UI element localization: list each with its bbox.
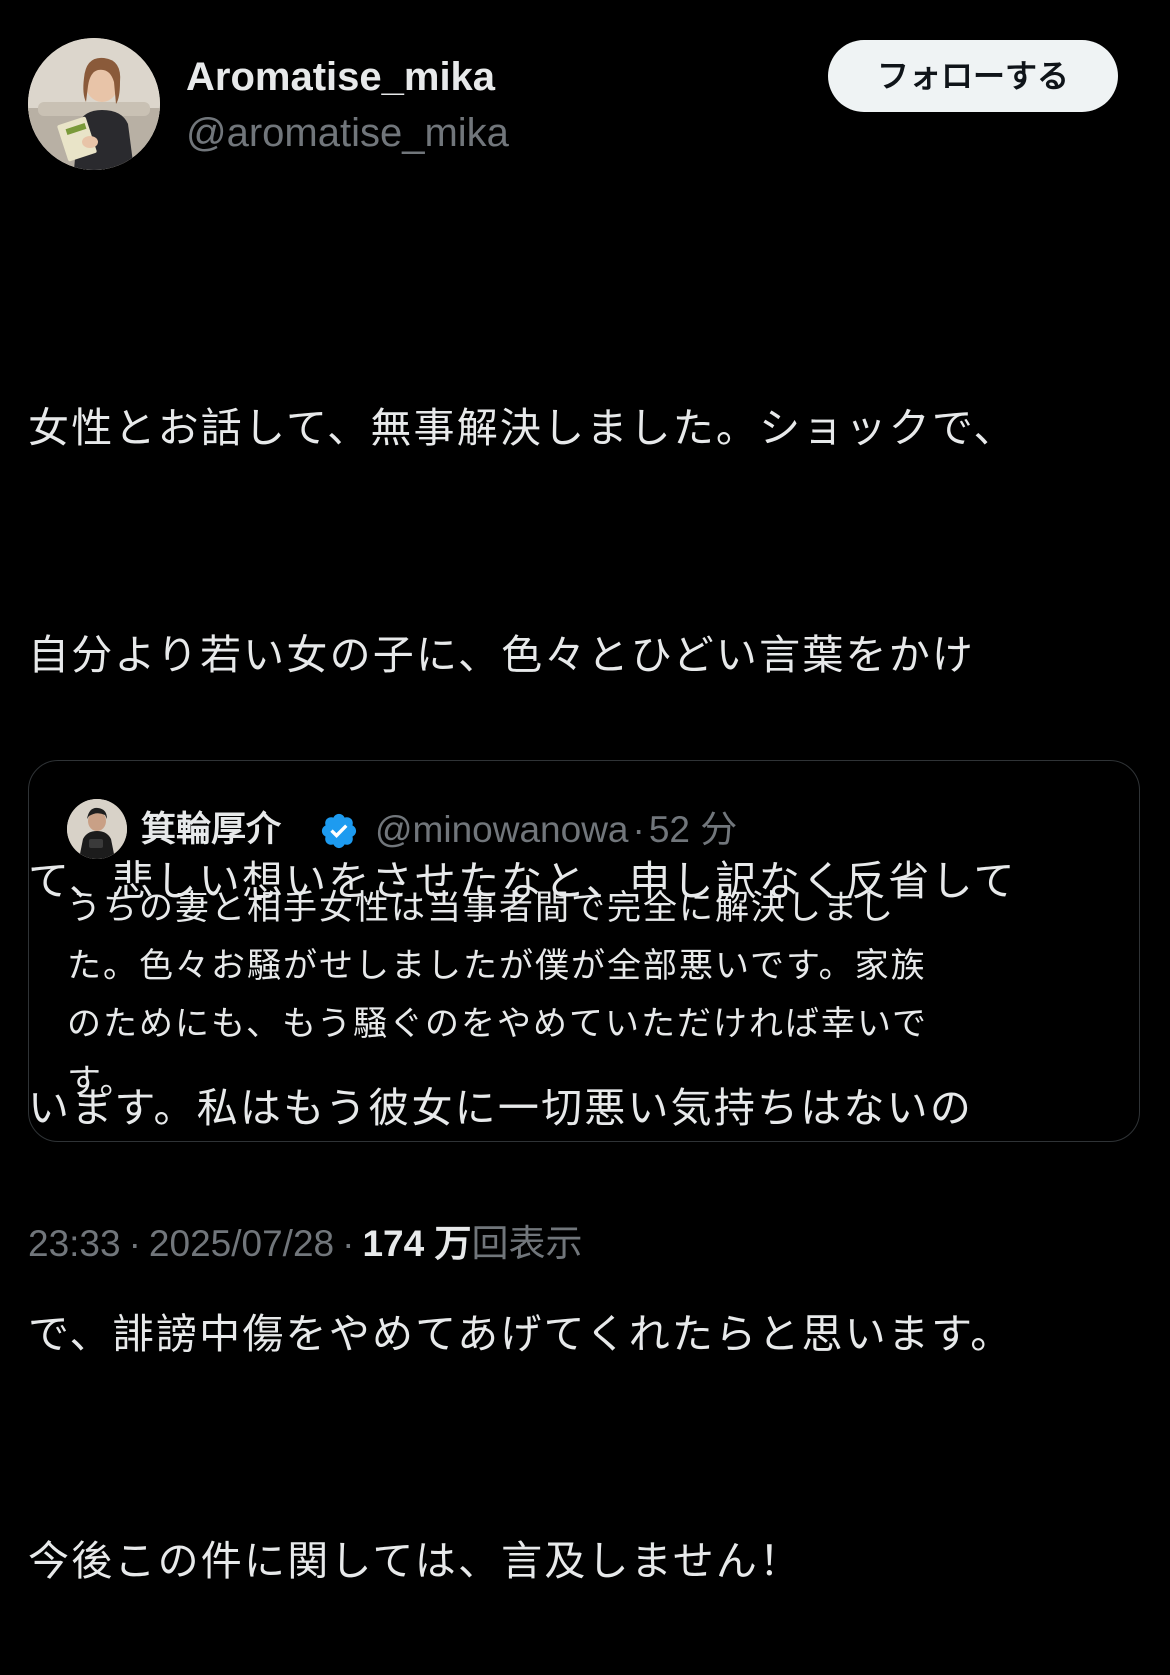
views-label: 回表示 bbox=[471, 1223, 583, 1264]
author-avatar[interactable] bbox=[28, 38, 160, 170]
follow-button[interactable]: フォローする bbox=[828, 40, 1118, 112]
tweet-text-line: 自分より若い女の子に、色々とひどい言葉をかけ bbox=[28, 630, 976, 679]
quote-text-line: す。 bbox=[67, 1062, 136, 1102]
quote-author-name[interactable]: 箕輪厚介 bbox=[141, 805, 281, 855]
quoted-tweet-card[interactable]: 箕輪厚介 @minowanowa · 52 分 うちの妻と相手女性は当事者間で完全に… bbox=[28, 760, 1140, 1142]
views-count: 174 万 bbox=[362, 1223, 472, 1264]
quote-text-line: うちの妻と相手女性は当事者間で完全に解決しまし bbox=[67, 888, 895, 928]
tweet-text-line: 女性とお話して、無事解決しました。ショックで、 bbox=[28, 404, 1017, 452]
author-display-name[interactable]: Aromatise_mika bbox=[186, 52, 495, 102]
avatar-photo-icon bbox=[28, 38, 160, 170]
avatar-photo-icon bbox=[67, 799, 127, 859]
quote-text-line: のためにも、もう騒ぐのをやめていただければ幸いで bbox=[67, 1004, 928, 1044]
tweet-text-line: で、誹謗中傷をやめてあげてくれたらと思います。 bbox=[28, 1310, 1014, 1358]
quote-timestamp[interactable]: 52 分 bbox=[649, 809, 737, 850]
quote-author-handle[interactable]: @minowanowa bbox=[375, 809, 629, 850]
separator-dot: · bbox=[342, 1223, 355, 1264]
tweet-meta-footer: 23:33 · 2025/07/28 · 174 万回表示 bbox=[28, 1216, 582, 1272]
verified-badge-icon bbox=[321, 813, 357, 849]
tweet-text-line: 今後この件に関しては、言及しません！ bbox=[28, 1536, 803, 1585]
tweet-header: Aromatise_mika @aromatise_mika フォローする bbox=[28, 38, 1140, 170]
tweet-time[interactable]: 23:33 bbox=[28, 1223, 121, 1264]
separator-dot: · bbox=[632, 809, 645, 850]
tweet-date[interactable]: 2025/07/28 bbox=[149, 1223, 334, 1264]
quote-text-line: た。色々お騒がせしましたが僕が全部悪いです。家族 bbox=[67, 946, 927, 986]
quote-author-avatar[interactable] bbox=[67, 799, 127, 859]
quote-meta: @minowanowa · 52 分 bbox=[375, 805, 737, 855]
separator-dot: · bbox=[128, 1223, 141, 1264]
quote-text: うちの妻と相手女性は当事者間で完全に解決しまし た。色々お騒がせしましたが僕が全… bbox=[67, 879, 1107, 1111]
author-handle[interactable]: @aromatise_mika bbox=[186, 108, 509, 158]
